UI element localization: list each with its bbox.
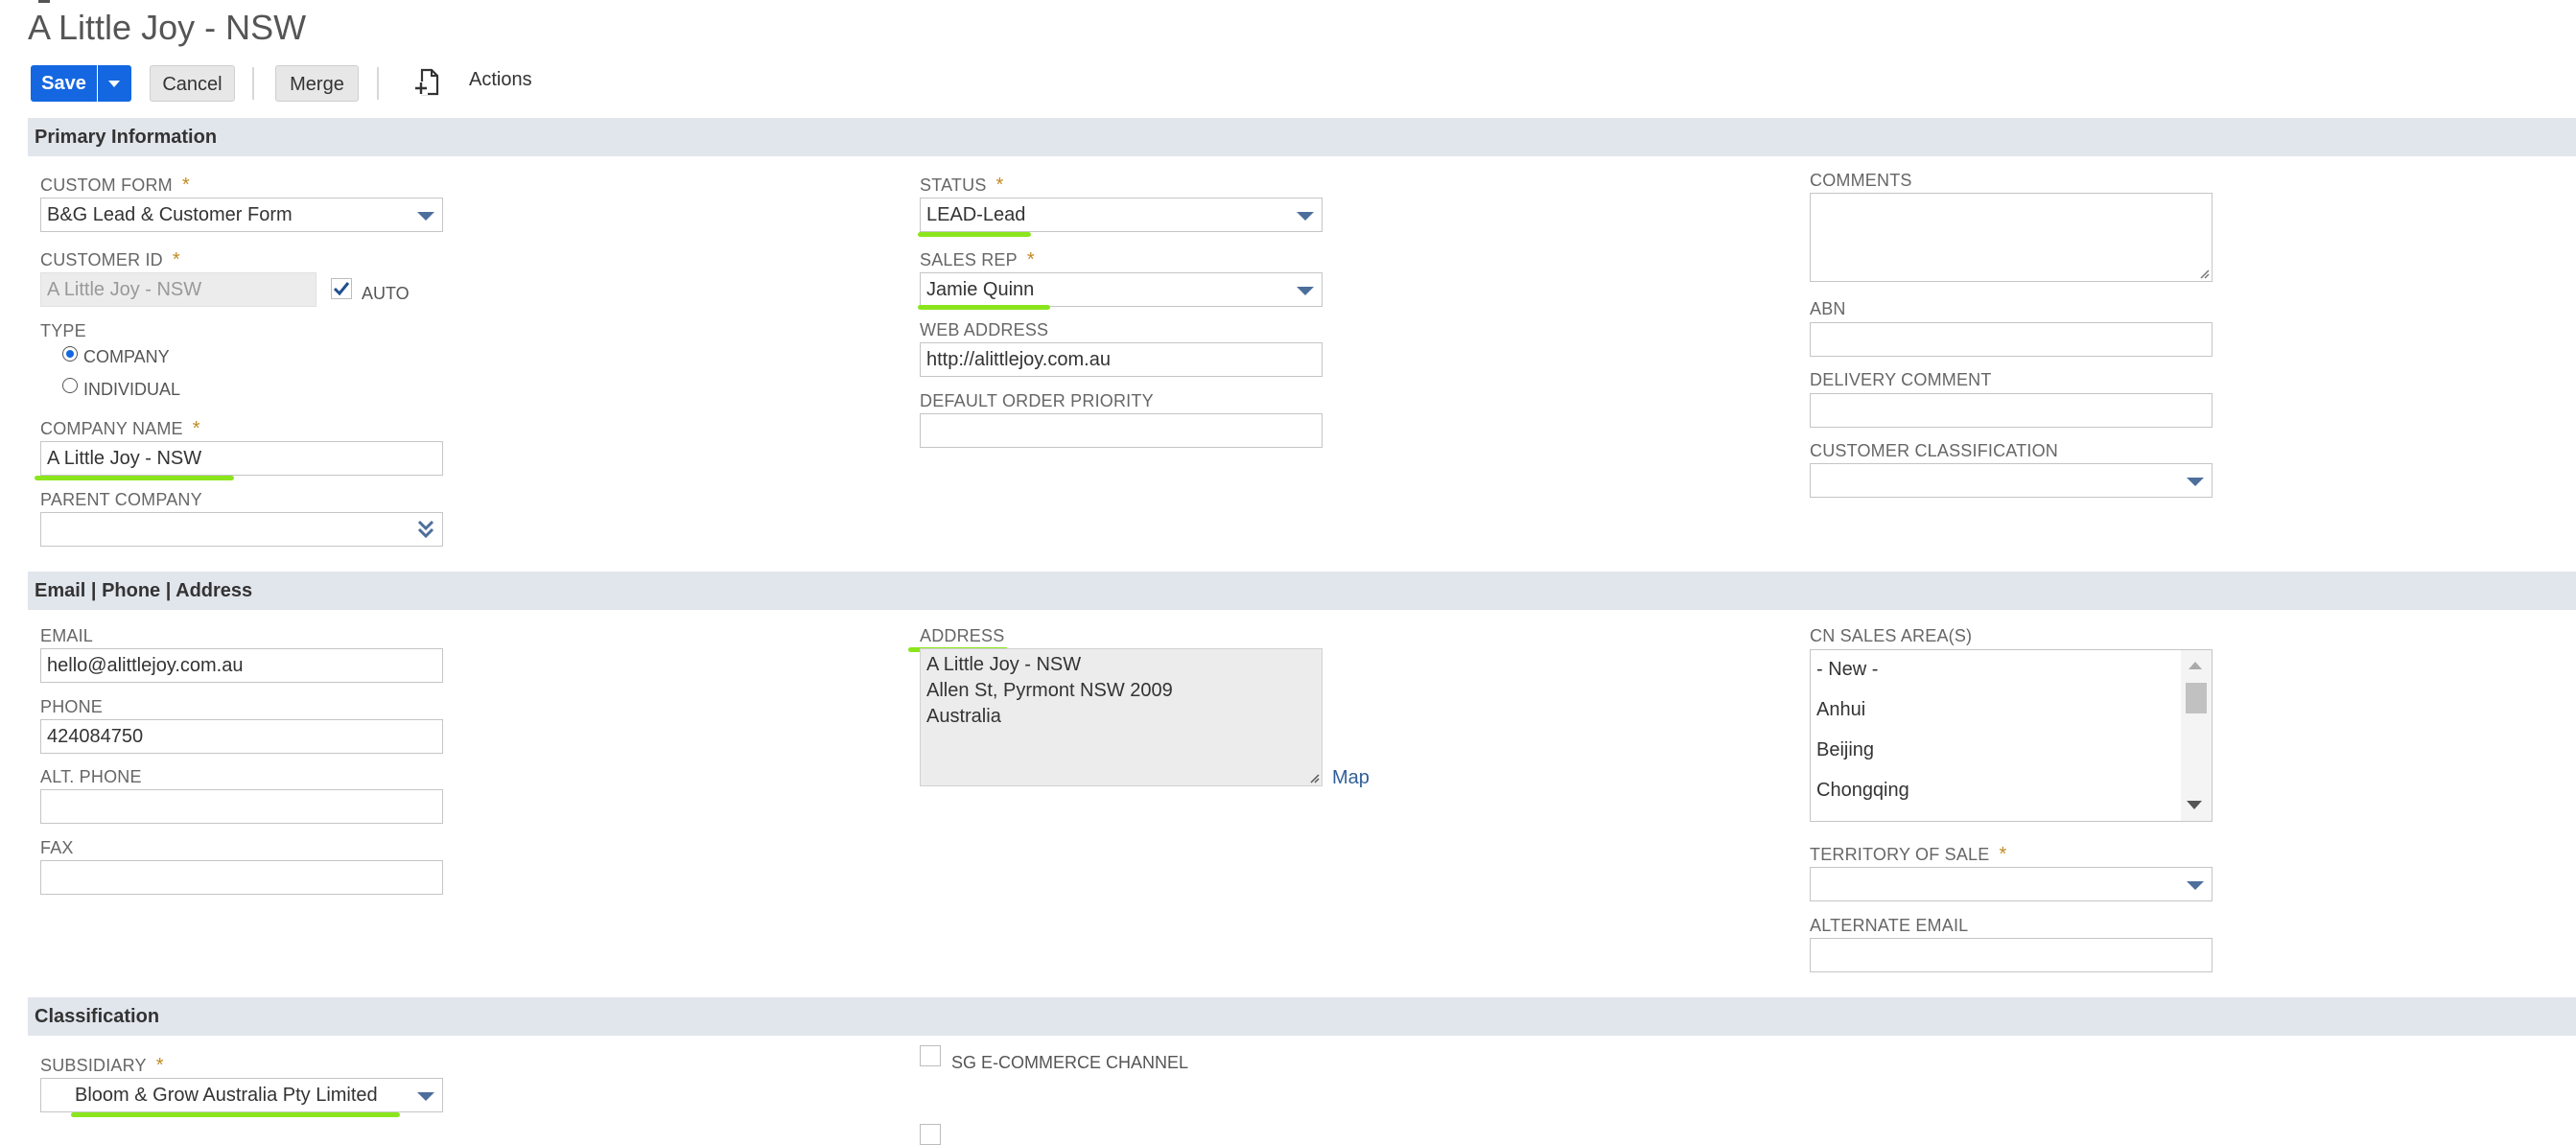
section-title: Primary Information bbox=[35, 127, 218, 148]
type-individual-label: INDIVIDUAL bbox=[83, 380, 181, 399]
caret-down-icon bbox=[1297, 287, 1314, 295]
address-line: Australia bbox=[926, 706, 1001, 727]
type-company-radio[interactable] bbox=[62, 346, 78, 362]
scrollbar-thumb[interactable] bbox=[2186, 683, 2207, 713]
alt-phone-input[interactable] bbox=[40, 789, 443, 824]
toolbar-separator bbox=[377, 67, 379, 100]
phone-input[interactable]: 424084750 bbox=[40, 719, 443, 754]
caret-down-icon bbox=[417, 1092, 434, 1101]
custom-form-select[interactable]: B&G Lead & Customer Form bbox=[40, 198, 443, 232]
abn-label: ABN bbox=[1810, 299, 1846, 318]
caret-down-icon bbox=[2187, 881, 2204, 890]
address-label: ADDRESS bbox=[920, 626, 1005, 645]
fax-input[interactable] bbox=[40, 860, 443, 895]
auto-label: AUTO bbox=[362, 284, 410, 303]
section-classification[interactable]: Classification bbox=[28, 997, 2576, 1036]
actions-menu[interactable]: Actions bbox=[469, 69, 532, 91]
web-address-input[interactable]: http://alittlejoy.com.au bbox=[920, 342, 1323, 377]
page-title: A Little Joy - NSW bbox=[28, 8, 307, 47]
list-item[interactable]: Beijing bbox=[1816, 739, 1874, 761]
status-label: STATUS * bbox=[920, 175, 1004, 196]
section-email-phone-address[interactable]: Email | Phone | Address bbox=[28, 572, 2576, 610]
alternate-email-label: ALTERNATE EMAIL bbox=[1810, 916, 1969, 935]
cn-sales-areas-label: CN SALES AREA(S) bbox=[1810, 626, 1973, 645]
status-select[interactable]: LEAD-Lead bbox=[920, 198, 1323, 232]
caret-down-icon bbox=[417, 212, 434, 221]
scroll-down-icon[interactable] bbox=[2187, 801, 2202, 809]
caret-down-icon bbox=[1297, 212, 1314, 221]
section-title: Classification bbox=[35, 1006, 160, 1027]
auto-checkbox[interactable] bbox=[331, 278, 352, 299]
section-primary-information[interactable]: Primary Information bbox=[28, 118, 2576, 156]
document-plus-icon[interactable] bbox=[414, 67, 441, 98]
default-order-priority-input[interactable] bbox=[920, 413, 1323, 448]
resize-grip-icon[interactable] bbox=[2198, 268, 2210, 279]
custom-form-label: CUSTOM FORM * bbox=[40, 175, 190, 196]
merge-button[interactable]: Merge bbox=[275, 65, 359, 102]
list-item[interactable]: Chongqing bbox=[1816, 780, 1909, 802]
type-label: TYPE bbox=[40, 321, 86, 340]
delivery-comment-input[interactable] bbox=[1810, 393, 2213, 428]
abn-input[interactable] bbox=[1810, 322, 2213, 357]
toolbar-separator bbox=[252, 67, 254, 100]
cn-sales-areas-listbox[interactable]: - New - Anhui Beijing Chongqing bbox=[1810, 649, 2213, 822]
listbox-scrollbar[interactable] bbox=[2181, 650, 2212, 821]
comments-textarea[interactable] bbox=[1810, 193, 2213, 282]
address-textarea[interactable]: A Little Joy - NSW Allen St, Pyrmont NSW… bbox=[920, 648, 1323, 786]
territory-of-sale-label: TERRITORY OF SALE * bbox=[1810, 844, 2007, 865]
section-title: Email | Phone | Address bbox=[35, 580, 253, 601]
parent-company-label: PARENT COMPANY bbox=[40, 490, 202, 509]
customer-id-label: CUSTOMER ID * bbox=[40, 249, 180, 270]
highlight-mark bbox=[918, 305, 1050, 310]
scroll-up-icon[interactable] bbox=[2189, 662, 2202, 669]
type-individual-radio[interactable] bbox=[62, 378, 78, 393]
web-address-label: WEB ADDRESS bbox=[920, 320, 1049, 339]
company-name-label: COMPANY NAME * bbox=[40, 418, 200, 439]
company-name-input[interactable]: A Little Joy - NSW bbox=[40, 441, 443, 476]
subsidiary-select[interactable]: Bloom & Grow Australia Pty Limited bbox=[40, 1078, 443, 1112]
customer-classification-label: CUSTOMER CLASSIFICATION bbox=[1810, 441, 2058, 460]
subsidiary-label: SUBSIDIARY * bbox=[40, 1055, 164, 1076]
customer-classification-select[interactable] bbox=[1810, 463, 2213, 498]
save-options-button[interactable] bbox=[98, 65, 131, 102]
fax-label: FAX bbox=[40, 838, 74, 857]
highlight-mark bbox=[35, 476, 234, 480]
highlight-mark bbox=[918, 232, 1031, 237]
address-line: A Little Joy - NSW bbox=[926, 654, 1082, 675]
list-item[interactable]: Anhui bbox=[1816, 699, 1865, 721]
territory-of-sale-select[interactable] bbox=[1810, 867, 2213, 901]
checkmark-icon bbox=[333, 282, 350, 296]
sales-rep-label: SALES REP * bbox=[920, 249, 1035, 270]
type-company-label: COMPANY bbox=[83, 347, 170, 366]
caret-down-icon bbox=[2187, 478, 2204, 486]
comments-label: COMMENTS bbox=[1810, 171, 1912, 190]
default-order-priority-label: DEFAULT ORDER PRIORITY bbox=[920, 391, 1154, 410]
address-line: Allen St, Pyrmont NSW 2009 bbox=[926, 680, 1173, 701]
parent-company-select[interactable] bbox=[40, 512, 443, 547]
delivery-comment-label: DELIVERY COMMENT bbox=[1810, 370, 1992, 389]
alt-phone-label: ALT. PHONE bbox=[40, 767, 142, 786]
map-link[interactable]: Map bbox=[1332, 767, 1370, 789]
header-sliver bbox=[38, 0, 50, 3]
sg-ecommerce-channel-label: SG E-COMMERCE CHANNEL bbox=[951, 1053, 1189, 1072]
cancel-button[interactable]: Cancel bbox=[150, 65, 235, 102]
resize-grip-icon[interactable] bbox=[1308, 772, 1320, 783]
customer-id-field: A Little Joy - NSW bbox=[40, 272, 316, 307]
phone-label: PHONE bbox=[40, 697, 104, 716]
highlight-mark bbox=[71, 1112, 400, 1117]
email-input[interactable]: hello@alittlejoy.com.au bbox=[40, 648, 443, 683]
sales-rep-select[interactable]: Jamie Quinn bbox=[920, 272, 1323, 307]
alternate-email-input[interactable] bbox=[1810, 938, 2213, 972]
list-item[interactable]: - New - bbox=[1816, 659, 1878, 681]
sg-ecommerce-channel-checkbox[interactable] bbox=[920, 1045, 941, 1066]
email-label: EMAIL bbox=[40, 626, 94, 645]
next-row-checkbox[interactable] bbox=[920, 1124, 941, 1145]
save-button[interactable]: Save bbox=[31, 65, 97, 102]
double-chevron-down-icon bbox=[417, 520, 434, 539]
